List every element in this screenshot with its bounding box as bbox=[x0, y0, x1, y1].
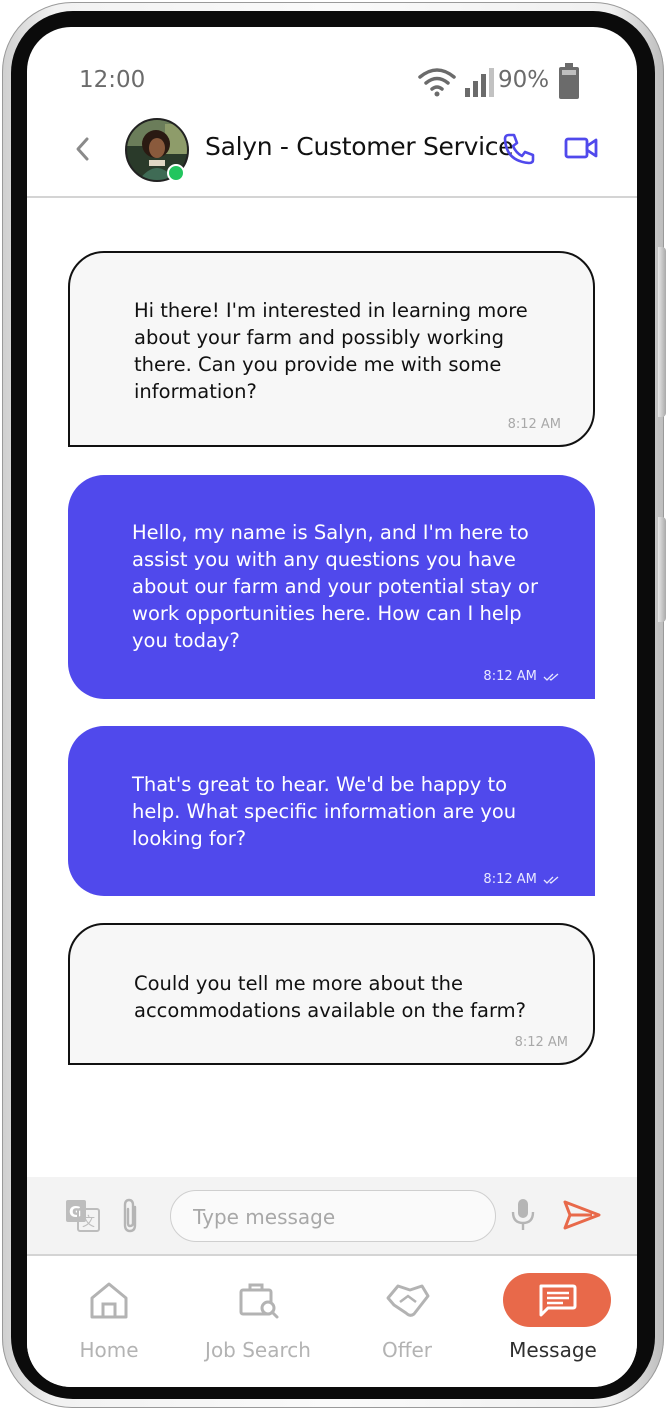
message-time: 8:12 AM bbox=[514, 1035, 568, 1050]
double-check-icon bbox=[543, 673, 559, 681]
home-icon bbox=[90, 1282, 128, 1319]
handshake-icon bbox=[386, 1284, 430, 1317]
svg-text:G: G bbox=[69, 1203, 81, 1221]
power-button bbox=[658, 517, 666, 622]
nav-label: Job Search bbox=[205, 1338, 311, 1362]
message-input[interactable] bbox=[191, 1191, 475, 1242]
double-check-icon bbox=[543, 876, 559, 884]
nav-label: Offer bbox=[381, 1338, 433, 1362]
chat-header: Salyn - Customer Service bbox=[27, 112, 637, 198]
message-time: 8:12 AM bbox=[483, 669, 537, 684]
message-text: Could you tell me more about the accommo… bbox=[134, 972, 527, 1022]
job-search-icon bbox=[239, 1283, 279, 1319]
message-bubble-outgoing[interactable]: That's great to hear. We'd be happy to h… bbox=[68, 726, 595, 896]
message-text: Hello, my name is Salyn, and I'm here to… bbox=[132, 521, 538, 652]
nav-label: Home bbox=[79, 1338, 139, 1362]
message-text: Hi there! I'm interested in learning mor… bbox=[134, 299, 528, 403]
message-bubble-outgoing[interactable]: Hello, my name is Salyn, and I'm here to… bbox=[68, 475, 595, 699]
nav-job-search[interactable]: Job Search bbox=[193, 1256, 323, 1387]
translate-icon[interactable]: G 文 bbox=[65, 1199, 101, 1233]
message-composer: G 文 bbox=[27, 1177, 637, 1256]
phone-screen: 12:00 90% Salyn - Customer Service Hi th… bbox=[27, 27, 637, 1387]
message-icon bbox=[539, 1284, 577, 1317]
status-time: 12:00 bbox=[79, 67, 146, 93]
paperclip-icon[interactable] bbox=[119, 1197, 141, 1235]
message-time: 8:12 AM bbox=[507, 417, 561, 432]
message-time: 8:12 AM bbox=[483, 872, 537, 887]
nav-offer[interactable]: Offer bbox=[342, 1256, 472, 1387]
status-bar: 12:00 90% bbox=[27, 63, 637, 99]
nav-label: Message bbox=[509, 1338, 597, 1362]
chevron-left-icon[interactable] bbox=[74, 136, 90, 162]
signal-icon bbox=[465, 68, 494, 97]
phone-call-icon[interactable] bbox=[502, 132, 536, 166]
battery-icon bbox=[559, 63, 579, 99]
microphone-icon[interactable] bbox=[510, 1197, 536, 1233]
message-text: That's great to hear. We'd be happy to h… bbox=[132, 773, 517, 850]
message-meta: 8:12 AM bbox=[483, 872, 563, 887]
send-icon[interactable] bbox=[562, 1199, 602, 1231]
nav-home[interactable]: Home bbox=[44, 1256, 174, 1387]
battery-percent: 90% bbox=[498, 67, 550, 93]
message-bubble-incoming[interactable]: Hi there! I'm interested in learning mor… bbox=[68, 251, 595, 447]
bottom-nav: Home Job Search Offer Message bbox=[27, 1256, 637, 1387]
contact-name: Salyn - Customer Service bbox=[205, 132, 514, 161]
message-input-wrapper bbox=[170, 1190, 496, 1242]
message-bubble-incoming[interactable]: Could you tell me more about the accommo… bbox=[68, 923, 595, 1065]
video-call-icon[interactable] bbox=[564, 136, 598, 160]
volume-button bbox=[658, 247, 666, 417]
nav-message[interactable]: Message bbox=[488, 1256, 618, 1387]
svg-text:文: 文 bbox=[82, 1215, 95, 1230]
online-indicator bbox=[167, 164, 185, 182]
wifi-icon bbox=[418, 68, 456, 97]
message-meta: 8:12 AM bbox=[483, 669, 563, 684]
